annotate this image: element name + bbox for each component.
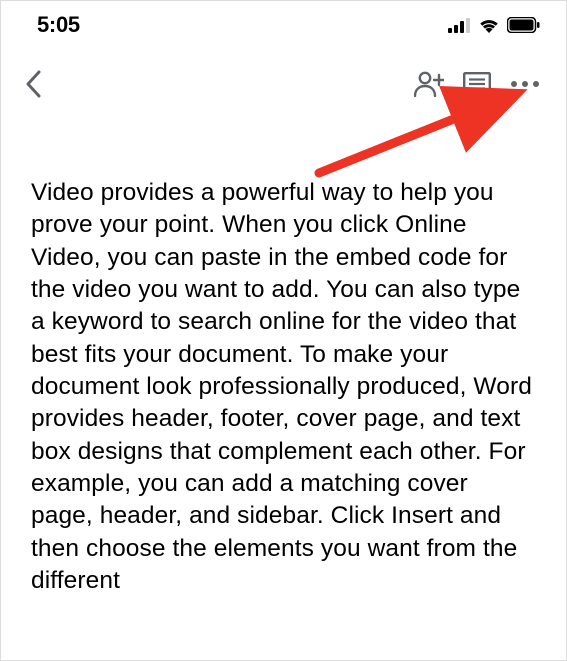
battery-icon — [507, 17, 540, 33]
more-horizontal-icon — [511, 81, 539, 87]
app-toolbar — [1, 45, 566, 109]
document-outline-button[interactable] — [460, 69, 494, 99]
person-add-icon — [414, 71, 444, 97]
status-bar: 5:05 — [1, 1, 566, 45]
add-person-button[interactable] — [412, 69, 446, 99]
wifi-icon — [478, 17, 500, 33]
document-outline-icon — [463, 72, 491, 96]
status-time: 5:05 — [37, 12, 80, 38]
document-body-text: Video provides a powerful way to help yo… — [31, 177, 536, 597]
document-content[interactable]: Video provides a powerful way to help yo… — [1, 109, 566, 597]
back-button[interactable] — [25, 69, 55, 99]
chevron-left-icon — [25, 70, 41, 98]
status-indicators — [448, 17, 540, 33]
cellular-signal-icon — [448, 18, 471, 33]
more-options-button[interactable] — [508, 69, 542, 99]
